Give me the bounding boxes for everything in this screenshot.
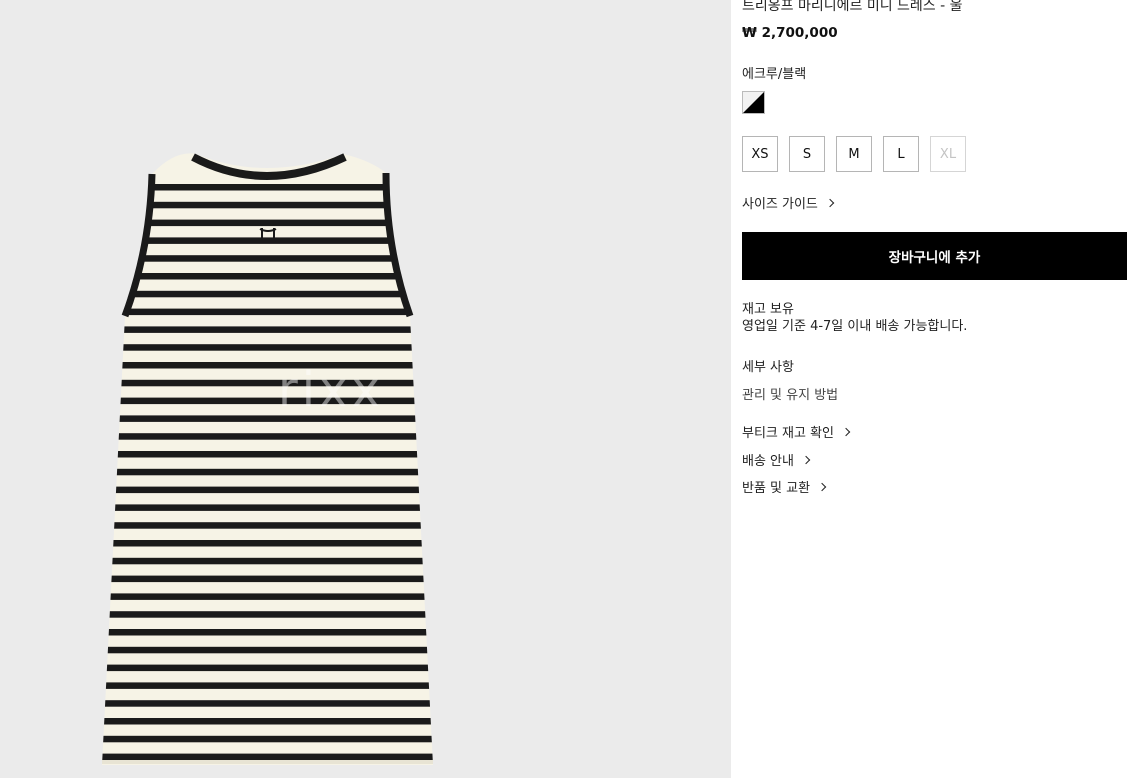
size-option-l[interactable]: L: [883, 136, 919, 172]
stripe: [102, 468, 433, 476]
returns-exchange-link[interactable]: 반품 및 교환: [742, 477, 827, 496]
stripe: [102, 522, 433, 529]
stripe: [102, 362, 433, 369]
stripe: [102, 718, 433, 725]
stripe: [102, 575, 433, 583]
add-to-cart-button[interactable]: 장바구니에 추가: [742, 232, 1127, 280]
stripe: [102, 184, 433, 191]
stripe: [102, 682, 433, 689]
chevron-right-icon: [825, 198, 835, 207]
stripe: [102, 629, 433, 636]
stripe: [102, 735, 433, 743]
chevron-right-icon: [841, 427, 851, 436]
product-title: 트리옹프 마리니에르 미니 드레스 - 울: [742, 0, 963, 14]
stripe: [102, 593, 433, 600]
stock-info: 재고 보유 영업일 기준 4-7일 이내 배송 가능합니다.: [742, 301, 967, 335]
stripe: [102, 504, 433, 511]
stripe: [102, 344, 433, 351]
care-instructions-link[interactable]: 관리 및 유지 방법: [742, 384, 838, 403]
stripe: [102, 557, 433, 565]
delivery-note: 영업일 기준 4-7일 이내 배송 가능합니다.: [742, 319, 968, 334]
stripe: [102, 308, 433, 316]
stripe: [102, 646, 433, 654]
returns-exchange-label: 반품 및 교환: [742, 481, 811, 496]
stripe: [102, 540, 433, 547]
shipping-info-label: 배송 안내: [742, 454, 794, 469]
stripe: [102, 611, 433, 618]
stripe: [102, 664, 433, 672]
stripe: [102, 201, 433, 209]
details-heading: 세부 사항: [742, 360, 794, 375]
product-price: ₩ 2,700,000: [742, 25, 838, 41]
stripe: [102, 219, 433, 227]
stripe: [102, 326, 433, 333]
stripe: [102, 433, 433, 440]
boutique-stock-label: 부티크 재고 확인: [742, 426, 834, 441]
chevron-right-icon: [817, 482, 827, 491]
size-guide-label: 사이즈 가이드: [742, 197, 818, 212]
boutique-stock-link[interactable]: 부티크 재고 확인: [742, 422, 851, 441]
size-option-s[interactable]: S: [789, 136, 825, 172]
size-option-xl[interactable]: XL: [930, 136, 966, 172]
size-guide-link[interactable]: 사이즈 가이드: [742, 193, 835, 212]
product-image-gallery[interactable]: rixx: [0, 0, 731, 778]
image-watermark: rixx: [278, 362, 384, 418]
stock-status: 재고 보유: [742, 302, 794, 317]
color-name: 에크루/블랙: [742, 67, 807, 82]
stripe: [102, 379, 433, 387]
stripe: [102, 397, 433, 405]
stripe: [102, 700, 433, 707]
size-option-xs[interactable]: XS: [742, 136, 778, 172]
stripe: [102, 486, 433, 494]
shipping-info-link[interactable]: 배송 안내: [742, 450, 811, 469]
stripe: [102, 451, 433, 458]
stripe: [102, 753, 433, 761]
size-selector: XS S M L XL: [742, 136, 966, 172]
stripe: [102, 415, 433, 422]
stripe: [102, 290, 433, 298]
chevron-right-icon: [801, 455, 811, 464]
color-swatch-ecru-black[interactable]: [742, 91, 765, 114]
size-option-m[interactable]: M: [836, 136, 872, 172]
product-info-panel: 트리옹프 마리니에르 미니 드레스 - 울 ₩ 2,700,000 에크루/블랙…: [742, 0, 1127, 778]
dress-body: [102, 153, 433, 765]
